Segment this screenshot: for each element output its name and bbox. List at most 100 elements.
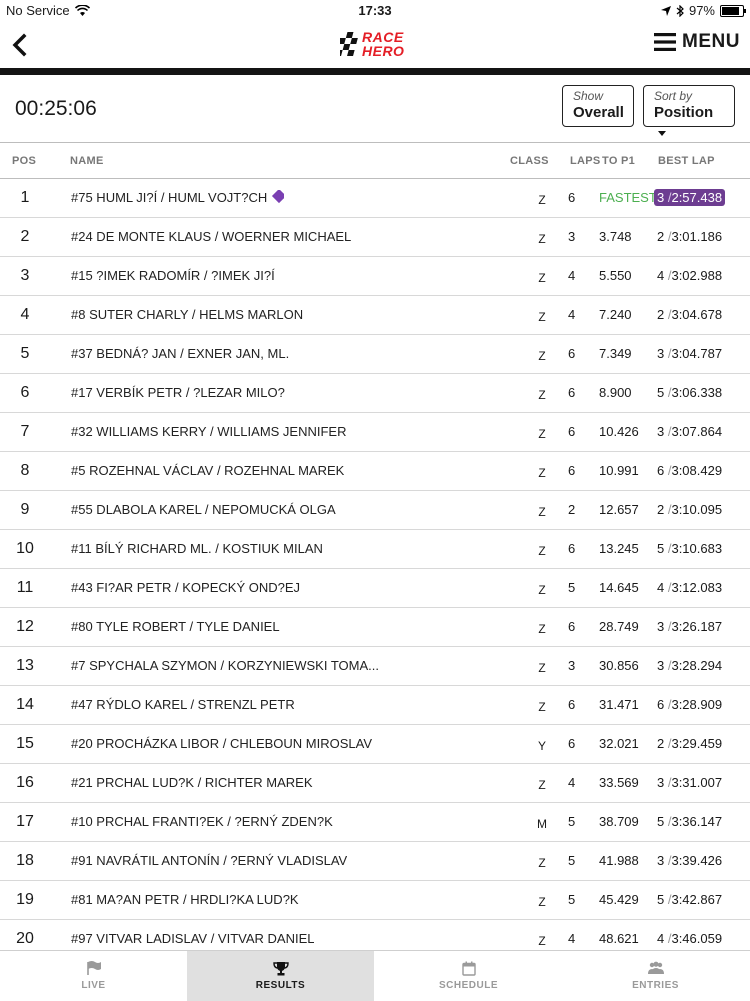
row-laps: 6 — [568, 619, 576, 634]
row-driver-names: #47 RÝDLO KAREL / STRENZL PETR — [71, 697, 295, 712]
row-class: Z — [538, 388, 546, 402]
table-row[interactable]: 14 #47 RÝDLO KAREL / STRENZL PETR Z 6 31.471… — [0, 686, 750, 725]
row-driver-names-text: #21 PRCHAL LUD?K / RICHTER MAREK — [71, 775, 313, 790]
sort-caption: Sort by — [654, 89, 693, 103]
row-best-lap: 4 /3:02.988 — [657, 268, 722, 283]
row-position: 2 — [20, 228, 30, 245]
row-driver-names: #97 VITVAR LADISLAV / VITVAR DANIEL — [71, 931, 314, 946]
show-value: Overall — [573, 104, 624, 121]
row-driver-names: #11 BÍLÝ RICHARD ML. / KOSTIUK MILAN — [71, 541, 323, 556]
column-header: POS NAME CLASS LAPS TO P1 BEST LAP — [0, 143, 750, 178]
row-class: Z — [538, 310, 546, 324]
table-row[interactable]: 5 #37 BEDNÁ? JAN / EXNER JAN, ML. Z 6 7.349 3… — [0, 335, 750, 374]
row-driver-names-text: #97 VITVAR LADISLAV / VITVAR DANIEL — [71, 931, 315, 946]
table-row[interactable]: 3 #15 ?IMEK RADOMÍR / ?IMEK JI?Í Z 4 5.550 4 … — [0, 257, 750, 296]
col-pos: POS — [12, 155, 37, 167]
table-row[interactable]: 16 #21 PRCHAL LUD?K / RICHTER MAREK Z 4 33.5… — [0, 764, 750, 803]
tab-schedule[interactable]: SCHEDULE — [375, 951, 562, 1001]
row-driver-names-text: #32 WILLIAMS KERRY / WILLIAMS JENNIFER — [71, 424, 347, 439]
row-best-lap-time: 3:06.338 — [671, 385, 723, 400]
back-button[interactable] — [6, 28, 36, 62]
row-laps: 6 — [568, 736, 576, 751]
row-best-lap: 5 /3:10.683 — [657, 541, 722, 556]
row-best-lap: 5 /3:36.147 — [657, 814, 722, 829]
session-controls: 00:25:06 Show Overall Sort by Position — [0, 75, 750, 142]
row-driver-names: #8 SUTER CHARLY / HELMS MARLON — [71, 307, 303, 322]
elapsed-time: 00:25:06 — [15, 97, 97, 120]
row-best-lap-time: 3:29.459 — [671, 736, 723, 751]
fastest-diamond-icon — [272, 190, 285, 204]
row-best-lap-time: 3:26.187 — [671, 619, 723, 634]
tab-entries[interactable]: ENTRIES — [562, 951, 749, 1001]
table-row[interactable]: 17 #10 PRCHAL FRANTI?EK / ?ERNÝ ZDEN?K M 5 3… — [0, 803, 750, 842]
table-row[interactable]: 6 #17 VERBÍK PETR / ?LEZAR MILO? Z 6 8.900 5 … — [0, 374, 750, 413]
chevron-left-icon — [12, 33, 27, 57]
row-gap-to-p1: 33.569 — [599, 775, 639, 790]
table-row[interactable]: 10 #11 BÍLÝ RICHARD ML. / KOSTIUK MILAN Z 6… — [0, 530, 750, 569]
row-laps: 6 — [568, 190, 576, 205]
row-gap-to-p1: 28.749 — [599, 619, 639, 634]
table-row[interactable]: 19 #81 MA?AN PETR / HRDLI?KA LUD?K Z 5 45.42… — [0, 881, 750, 920]
row-laps: 3 — [568, 229, 576, 244]
row-best-lap-time: 3:46.059 — [671, 931, 723, 946]
table-row[interactable]: 2 #24 DE MONTE KLAUS / WOERNER MICHAEL Z 3 3… — [0, 218, 750, 257]
table-row[interactable]: 12 #80 TYLE ROBERT / TYLE DANIEL Z 6 28.749 3… — [0, 608, 750, 647]
row-driver-names: #20 PROCHÁZKA LIBOR / CHLEBOUN MIROSLAV — [71, 736, 372, 751]
row-driver-names: #21 PRCHAL LUD?K / RICHTER MAREK — [71, 775, 313, 790]
sort-by-dropdown[interactable]: Sort by Position — [643, 85, 735, 136]
row-driver-names-text: #7 SPYCHALA SZYMON / KORZYNIEWSKI TOMA..… — [71, 658, 379, 673]
row-driver-names: #80 TYLE ROBERT / TYLE DANIEL — [71, 619, 280, 634]
table-row[interactable]: 1 #75 HUML JI?Í / HUML VOJT?CH Z 6 FASTEST! 3… — [0, 179, 750, 218]
row-position: 18 — [16, 852, 34, 869]
calendar-icon — [461, 961, 476, 976]
table-row[interactable]: 11 #43 FI?AR PETR / KOPECKÝ OND?EJ Z 5 14.64… — [0, 569, 750, 608]
row-position: 13 — [16, 657, 34, 674]
row-class: Z — [538, 466, 546, 480]
battery-icon — [720, 4, 746, 17]
row-gap-to-p1: 5.550 — [599, 268, 632, 283]
table-row[interactable]: 4 #8 SUTER CHARLY / HELMS MARLON Z 4 7.240 2 … — [0, 296, 750, 335]
row-class: Z — [538, 232, 546, 246]
tab-results-icon-wrap — [187, 961, 374, 976]
tab-bar: LIVE RESULTS SCHEDULE ENTRIES — [0, 950, 750, 1001]
bluetooth-icon — [676, 4, 684, 17]
row-laps: 6 — [568, 697, 576, 712]
tab-entries-icon-wrap — [562, 961, 749, 975]
table-row[interactable]: 18 #91 NAVRÁTIL ANTONÍN / ?ERNÝ VLADISLAV… — [0, 842, 750, 881]
row-best-lap: 4 /3:12.083 — [657, 580, 722, 595]
row-driver-names-text: #24 DE MONTE KLAUS / WOERNER MICHAEL — [71, 229, 352, 244]
table-row[interactable]: 15 #20 PROCHÁZKA LIBOR / CHLEBOUN MIROSLA… — [0, 725, 750, 764]
show-filter-button[interactable]: Show Overall — [562, 85, 634, 127]
header-divider — [0, 68, 750, 75]
menu-button[interactable]: MENU — [654, 31, 740, 53]
tab-live[interactable]: LIVE — [0, 951, 187, 1001]
row-driver-names-text: #20 PROCHÁZKA LIBOR / CHLEBOUN MIROSLAV — [71, 736, 373, 751]
table-row[interactable]: 13 #7 SPYCHALA SZYMON / KORZYNIEWSKI TOMA… — [0, 647, 750, 686]
row-best-lap: 6 /3:08.429 — [657, 463, 722, 478]
row-class: Z — [538, 661, 546, 675]
row-driver-names: #43 FI?AR PETR / KOPECKÝ OND?EJ — [71, 580, 300, 595]
menu-label: MENU — [682, 31, 740, 52]
logo-text-hero: HERO — [362, 43, 405, 59]
row-laps: 5 — [568, 853, 576, 868]
table-row[interactable]: 8 #5 ROZEHNAL VÁCLAV / ROZEHNAL MAREK Z 6 10… — [0, 452, 750, 491]
row-best-lap-time: 3:39.426 — [671, 853, 723, 868]
row-position: 11 — [16, 579, 34, 596]
logo-text-race: RACE — [362, 29, 404, 45]
people-icon — [647, 961, 664, 974]
row-gap-to-p1: 7.240 — [599, 307, 632, 322]
row-laps: 6 — [568, 463, 576, 478]
row-position: 14 — [16, 696, 34, 713]
row-best-lap-time: 3:10.683 — [671, 541, 723, 556]
tab-live-label: LIVE — [81, 980, 106, 991]
tab-results[interactable]: RESULTS — [187, 951, 374, 1001]
row-class: Z — [538, 583, 546, 597]
row-laps: 6 — [568, 385, 576, 400]
table-row[interactable]: 7 #32 WILLIAMS KERRY / WILLIAMS JENNIFER Z… — [0, 413, 750, 452]
row-best-lap-time: 3:31.007 — [671, 775, 723, 790]
row-best-lap-time: 3:28.294 — [671, 658, 723, 673]
table-row[interactable]: 9 #55 DLABOLA KAREL / NEPOMUCKÁ OLGA Z 2 12.… — [0, 491, 750, 530]
col-gap: TO P1 — [602, 155, 636, 167]
row-class: Z — [538, 778, 546, 792]
row-gap-to-p1: 38.709 — [599, 814, 639, 829]
